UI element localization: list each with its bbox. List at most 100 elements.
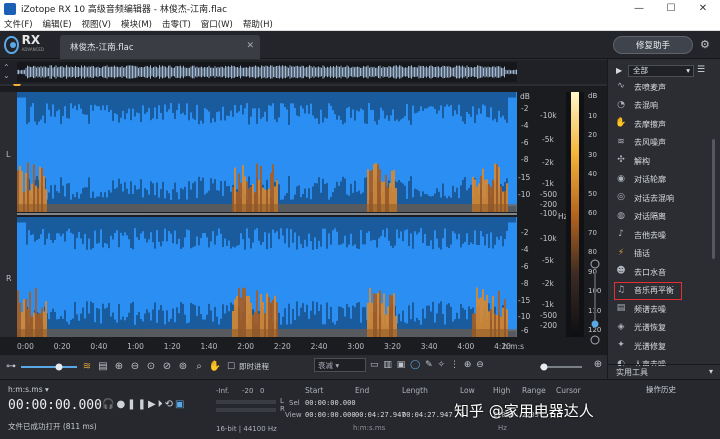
- module-item[interactable]: ✣ 解构: [608, 152, 712, 171]
- menu-modules[interactable]: 模块(M): [121, 18, 152, 30]
- menu-events[interactable]: 击零(T): [162, 18, 191, 30]
- time-ruler[interactable]: 0:00 0:20 0:40 1:00 1:20 1:40 2:00 2:20 2:40 3:00…: [17, 342, 524, 354]
- module-item[interactable]: ◎ 对话去混响: [608, 189, 712, 208]
- repair-assistant-button[interactable]: 修复助手: [613, 36, 693, 54]
- module-list-scrollbar[interactable]: [712, 139, 715, 259]
- level-meter: -Inf. -20 0 L R 16-bit | 44100 Hz: [212, 384, 297, 434]
- frequency-zoom-slider[interactable]: [538, 362, 584, 372]
- module-item-label: 插话: [634, 249, 650, 259]
- gear-icon[interactable]: ⚙: [700, 39, 712, 51]
- axis-hz-tick: -10k: [540, 234, 557, 243]
- utilities-section[interactable]: 实用工具 ▾: [608, 364, 720, 379]
- view-length-value[interactable]: 00:04:27.947: [402, 411, 453, 419]
- module-menu-icon[interactable]: ☰: [697, 65, 709, 77]
- watermark: 知乎 @家用电器达人: [454, 402, 594, 420]
- spectrum-analyzer-icon[interactable]: ▤: [96, 361, 110, 372]
- spectrogram-view-icon[interactable]: ≋: [80, 361, 94, 372]
- instant-process-checkbox[interactable]: ☐: [224, 362, 238, 372]
- meter-scale-tick: 50: [588, 189, 597, 198]
- time-format-select[interactable]: h:m:s.ms ▾: [8, 385, 49, 394]
- module-item[interactable]: ♫ 音乐再平衡: [614, 281, 682, 300]
- play-selection-icon[interactable]: ⏵: [158, 399, 165, 410]
- close-button[interactable]: ✕: [688, 0, 718, 17]
- module-item[interactable]: ≋ 去风噪声: [608, 134, 712, 153]
- axis-db-unit: dB: [520, 92, 530, 101]
- module-item[interactable]: ◉ 对话轮廓: [608, 171, 712, 190]
- module-item-label: 频谱去噪: [634, 304, 666, 314]
- zoom-out-icon[interactable]: ⊖: [128, 361, 142, 372]
- maximize-button[interactable]: ☐: [656, 0, 686, 17]
- module-item[interactable]: ♪ 吉他去噪: [608, 226, 712, 245]
- axis-db-tick: -2: [521, 104, 529, 113]
- waveform-spectrogram-blend-slider[interactable]: [19, 362, 79, 372]
- zoom-in-freq-icon[interactable]: ⊕: [591, 359, 605, 370]
- spectrogram-canvas[interactable]: [17, 92, 517, 337]
- waveform-overview[interactable]: ⌃ ⌄: [0, 60, 607, 84]
- overview-waveform[interactable]: [17, 62, 517, 82]
- pause-icon[interactable]: ❚❚: [127, 399, 148, 410]
- menu-edit[interactable]: 编辑(E): [43, 18, 72, 30]
- menu-window[interactable]: 窗口(W): [201, 18, 233, 30]
- module-item[interactable]: ∿ 去喷麦声: [608, 78, 712, 97]
- module-item[interactable]: ◈ 光谱恢复: [608, 319, 712, 338]
- zoom-fit-icon[interactable]: ⊘: [160, 361, 174, 372]
- status-message: 文件已成功打开 (811 ms): [8, 422, 97, 431]
- waveform-view-icon[interactable]: ⊶: [4, 361, 18, 372]
- freq-select-icon[interactable]: ▥: [383, 360, 392, 370]
- close-tab-icon[interactable]: ✕: [246, 41, 254, 51]
- play-icon[interactable]: ▶: [148, 399, 158, 410]
- menu-help[interactable]: 帮助(H): [243, 18, 273, 30]
- headphones-icon[interactable]: 🎧: [102, 399, 116, 410]
- module-filter-select[interactable]: 全部 ▾: [628, 65, 694, 77]
- zoom-vertical-icon[interactable]: ⊕: [464, 360, 472, 370]
- time-freq-select-icon[interactable]: ▣: [397, 360, 406, 370]
- collapse-overview-icon[interactable]: ⌃ ⌄: [3, 64, 15, 80]
- view-end-value[interactable]: 00:04:27.947: [355, 411, 406, 419]
- time-tick: 4:00: [457, 342, 475, 351]
- menu-file[interactable]: 文件(F): [4, 18, 33, 30]
- harmonic-select-icon[interactable]: ⋮: [450, 360, 459, 370]
- time-format-value: h:m:s.ms: [8, 385, 43, 394]
- file-tab[interactable]: 林俊杰-江南.flac ✕: [60, 35, 260, 59]
- row-sel-label: Sel: [289, 399, 300, 407]
- module-item[interactable]: ✦ 光谱修复: [608, 337, 712, 356]
- zoom-time-icon[interactable]: ⊚: [176, 361, 190, 372]
- module-item[interactable]: ✋ 去摩擦声: [608, 115, 712, 134]
- module-item[interactable]: ⚡ 插话: [608, 245, 712, 264]
- module-item[interactable]: ☻ 去口水音: [608, 263, 712, 282]
- compare-icon[interactable]: ▣: [175, 399, 186, 410]
- instant-process-mode-select[interactable]: 衰减 ▾: [314, 358, 366, 372]
- sel-start-value[interactable]: 00:00:00.000: [305, 399, 356, 407]
- hand-tool-icon[interactable]: ✋: [208, 361, 222, 372]
- magic-wand-icon[interactable]: ✧: [438, 360, 446, 370]
- zoom-selection-icon[interactable]: ⊙: [144, 361, 158, 372]
- edit-toolbar: ⊶ ≋ ▤ ⊕ ⊖ ⊙ ⊘ ⊚ ⌕ ✋ ☐ 即时进程 衰减 ▾ ▭ ▥ ▣ ◯ …: [0, 354, 607, 378]
- module-item[interactable]: ◔ 去混响: [608, 97, 712, 116]
- lasso-icon[interactable]: ◯: [410, 360, 420, 370]
- bit-depth-samplerate: 16-bit | 44100 Hz: [216, 425, 277, 433]
- meter-scale-tick: 30: [588, 150, 597, 159]
- module-item[interactable]: ▤ 频谱去噪: [608, 300, 712, 319]
- zoom-tool-icon[interactable]: ⌕: [192, 361, 206, 372]
- loop-icon[interactable]: ⟲: [165, 399, 175, 410]
- record-icon[interactable]: ●: [116, 399, 127, 410]
- time-select-icon[interactable]: ▭: [370, 360, 379, 370]
- module-panel-play-icon[interactable]: ▶: [616, 66, 622, 75]
- menu-view[interactable]: 视图(V): [82, 18, 111, 30]
- module-item-label: 去摩擦声: [634, 119, 666, 129]
- axis-hz-tick: -2k: [542, 158, 554, 167]
- meter-scale-tick: 70: [588, 228, 597, 237]
- zoom-vertical-out-icon[interactable]: ⊖: [476, 360, 484, 370]
- axis-db-tick: -6: [521, 138, 529, 147]
- vertical-zoom-slider[interactable]: [588, 258, 602, 348]
- module-item-label: 吉他去噪: [634, 230, 666, 240]
- view-start-value[interactable]: 00:00:00.000: [305, 411, 356, 419]
- module-item[interactable]: ◍ 对话隔离: [608, 208, 712, 227]
- zoom-in-icon[interactable]: ⊕: [112, 361, 126, 372]
- spectrogram-display[interactable]: L R dB -2 -4 -6 -8 -15 -10 -10k -5k -2k …: [0, 86, 607, 354]
- col-start: Start: [305, 386, 324, 395]
- level-bar-left: [216, 400, 276, 404]
- module-item-label: 光谱修复: [634, 341, 666, 351]
- brush-icon[interactable]: ✎: [425, 360, 433, 370]
- minimize-button[interactable]: —: [624, 0, 654, 17]
